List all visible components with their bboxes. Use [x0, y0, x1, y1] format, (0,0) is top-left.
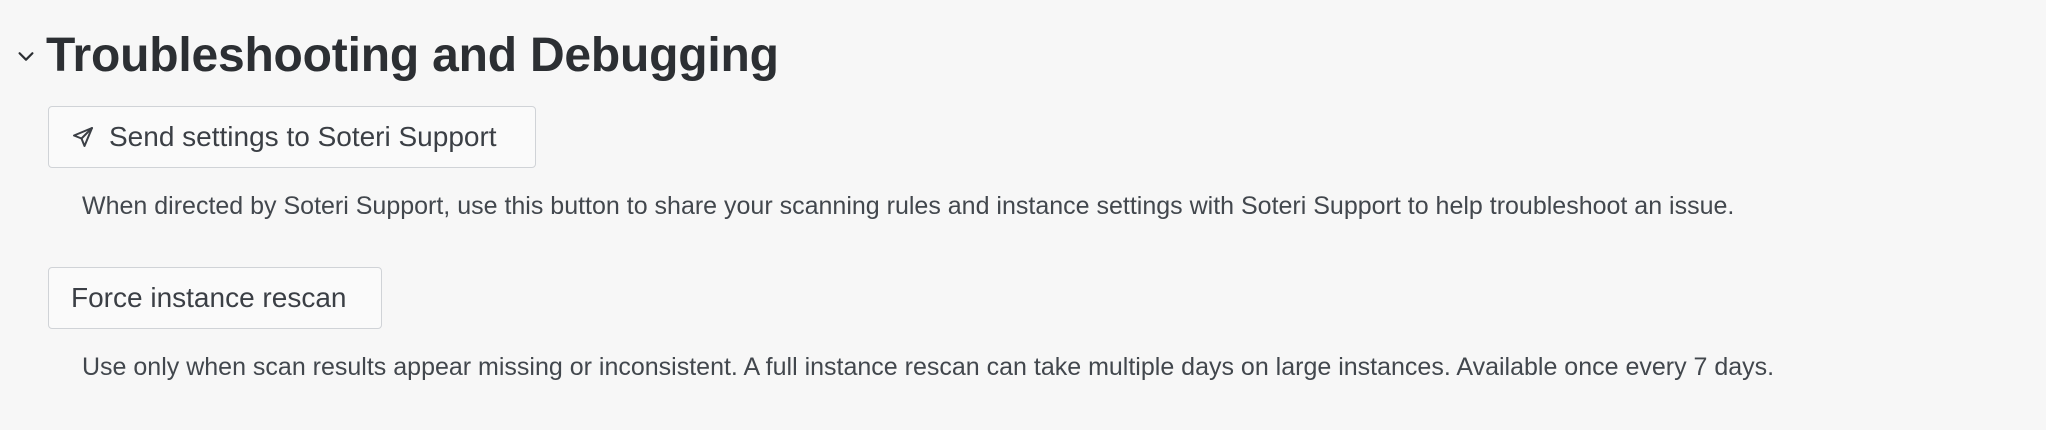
force-rescan-button[interactable]: Force instance rescan [48, 267, 382, 329]
send-settings-label: Send settings to Soteri Support [109, 121, 497, 152]
force-rescan-label: Force instance rescan [71, 282, 347, 313]
send-settings-button[interactable]: Send settings to Soteri Support [48, 106, 536, 168]
force-rescan-description: Use only when scan results appear missin… [82, 353, 1775, 381]
section-header: Troubleshooting and Debugging [14, 24, 779, 88]
send-settings-description: When directed by Soteri Support, use thi… [82, 192, 1735, 220]
chevron-down-icon[interactable] [14, 44, 38, 68]
send-icon [71, 125, 95, 149]
section-title: Troubleshooting and Debugging [46, 29, 779, 82]
